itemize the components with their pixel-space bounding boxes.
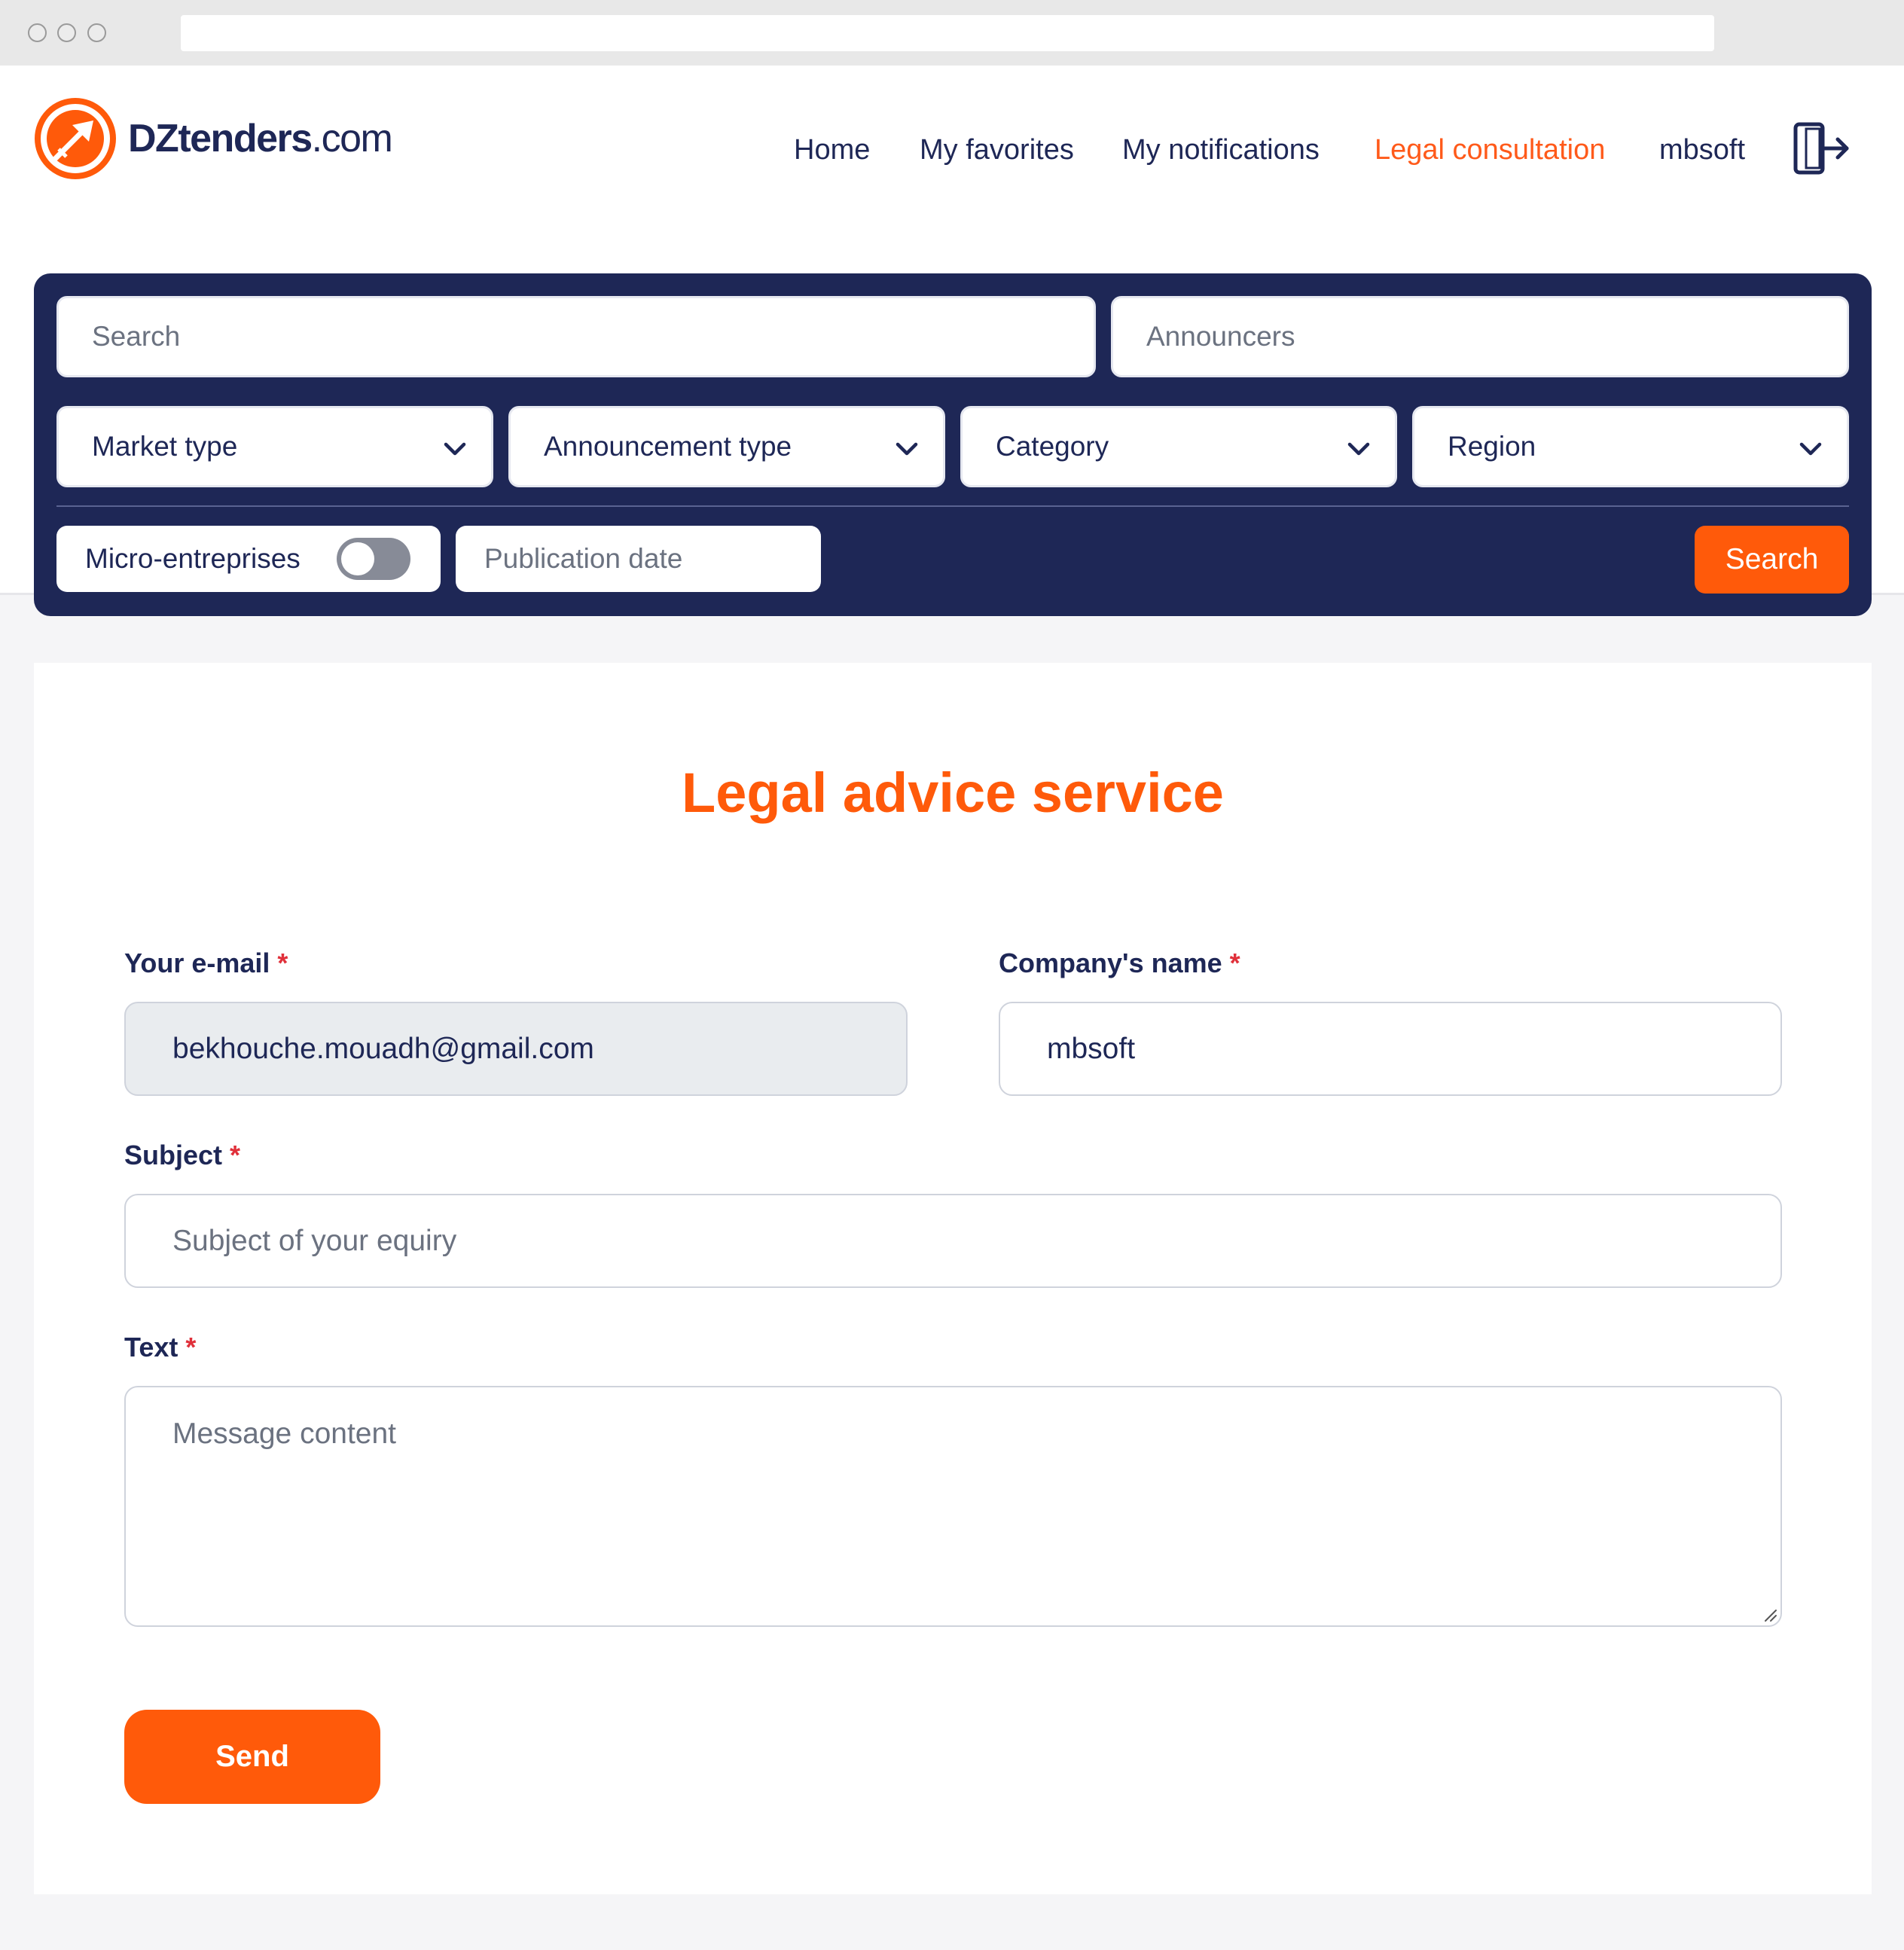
market-type-select-label: Market type xyxy=(92,431,238,462)
search-input-placeholder: Search xyxy=(92,321,181,352)
chevron-down-icon xyxy=(896,442,918,456)
address-bar[interactable] xyxy=(181,15,1714,51)
region-select-label: Region xyxy=(1448,431,1536,462)
search-button[interactable]: Search xyxy=(1695,526,1849,594)
chevron-down-icon xyxy=(444,442,466,456)
message-textarea[interactable]: Message content xyxy=(124,1386,1782,1627)
required-mark: * xyxy=(1229,948,1240,978)
window-maximize-dot[interactable] xyxy=(87,23,106,42)
category-select-label: Category xyxy=(996,431,1109,462)
email-label-text: Your e-mail xyxy=(124,948,270,978)
email-label: Your e-mail * xyxy=(124,948,288,979)
required-mark: * xyxy=(277,948,288,978)
micro-entreprises-toggle[interactable] xyxy=(337,538,410,580)
subject-label-text: Subject xyxy=(124,1140,223,1170)
email-field-value: bekhouche.mouadh@gmail.com xyxy=(172,1032,594,1065)
toggle-knob xyxy=(341,542,374,575)
legal-advice-card: Legal advice service Your e-mail * bekhou… xyxy=(34,663,1872,1894)
resize-handle-icon[interactable] xyxy=(1761,1606,1777,1622)
nav-my-favorites[interactable]: My favorites xyxy=(920,120,1074,180)
email-field: bekhouche.mouadh@gmail.com xyxy=(124,1002,908,1096)
panel-divider xyxy=(56,505,1849,507)
micro-entreprises-label: Micro-entreprises xyxy=(85,543,301,574)
company-name-field[interactable]: mbsoft xyxy=(999,1002,1782,1096)
announcement-type-select-label: Announcement type xyxy=(544,431,792,462)
nav-legal-consultation[interactable]: Legal consultation xyxy=(1375,120,1605,180)
announcement-type-select[interactable]: Announcement type xyxy=(508,406,945,487)
announcers-input[interactable]: Announcers xyxy=(1111,296,1849,377)
site-header: DZtenders.com Home My favorites My notif… xyxy=(0,66,1904,616)
company-name-field-value: mbsoft xyxy=(1047,1032,1136,1065)
required-mark: * xyxy=(185,1332,197,1363)
search-input[interactable]: Search xyxy=(56,296,1096,377)
send-button[interactable]: Send xyxy=(124,1710,380,1804)
micro-entreprises-filter: Micro-entreprises xyxy=(56,526,441,592)
search-panel: Search Announcers Market type Announceme… xyxy=(34,273,1872,616)
required-mark: * xyxy=(230,1140,241,1170)
company-name-label-text: Company's name xyxy=(999,948,1222,978)
window-close-dot[interactable] xyxy=(28,23,47,42)
market-type-select[interactable]: Market type xyxy=(56,406,493,487)
announcers-input-placeholder: Announcers xyxy=(1146,321,1295,352)
logout-door-icon[interactable] xyxy=(1791,118,1851,179)
text-label-text: Text xyxy=(124,1332,178,1363)
subject-label: Subject * xyxy=(124,1140,240,1171)
nav-user-account[interactable]: mbsoft xyxy=(1659,120,1745,180)
browser-chrome xyxy=(0,0,1904,66)
text-label: Text * xyxy=(124,1332,196,1363)
page-title: Legal advice service xyxy=(682,761,1224,824)
window-minimize-dot[interactable] xyxy=(57,23,76,42)
message-textarea-placeholder: Message content xyxy=(172,1417,397,1450)
region-select[interactable]: Region xyxy=(1412,406,1849,487)
subject-field[interactable]: Subject of your equiry xyxy=(124,1194,1782,1288)
chevron-down-icon xyxy=(1799,442,1822,456)
subject-field-placeholder: Subject of your equiry xyxy=(172,1224,457,1257)
company-name-label: Company's name * xyxy=(999,948,1240,979)
publication-date-input[interactable]: Publication date xyxy=(456,526,821,592)
category-select[interactable]: Category xyxy=(960,406,1397,487)
nav-home[interactable]: Home xyxy=(794,120,870,180)
main-nav: Home My favorites My notifications Legal… xyxy=(0,120,1904,180)
publication-date-placeholder: Publication date xyxy=(484,543,683,574)
chevron-down-icon xyxy=(1347,442,1370,456)
nav-my-notifications[interactable]: My notifications xyxy=(1122,120,1320,180)
